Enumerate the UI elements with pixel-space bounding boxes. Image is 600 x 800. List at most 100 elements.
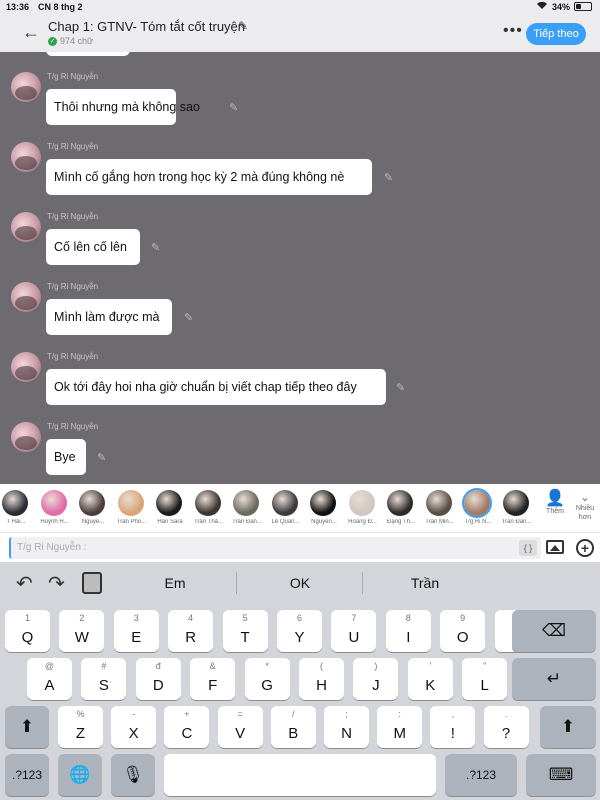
key-a[interactable]: @ A (27, 658, 72, 700)
key-c[interactable]: + C (164, 706, 210, 748)
avatar[interactable] (11, 72, 41, 102)
avatar[interactable] (11, 212, 41, 242)
character-item[interactable]: Trần Đăn... (227, 488, 267, 530)
plus-icon[interactable]: + (576, 539, 594, 557)
key-z[interactable]: % Z (58, 706, 103, 748)
shift-key-left[interactable]: ⬆ (5, 706, 49, 748)
key-f[interactable]: & F (190, 658, 236, 700)
hide-keyboard-key[interactable]: ⌨ (526, 754, 596, 796)
pencil-icon[interactable]: ✎ (396, 381, 405, 394)
key-t[interactable]: 5T (222, 610, 268, 652)
character-item[interactable]: T/g Ri N... (458, 488, 498, 530)
key-j[interactable]: ) J (353, 658, 399, 700)
key-n[interactable]: ; N (324, 706, 369, 748)
key-alt-label: 1 (24, 613, 30, 623)
character-item[interactable]: Trần Thả... (189, 488, 229, 530)
key-l[interactable]: " L (462, 658, 508, 700)
character-item[interactable]: Trần Min... (420, 488, 460, 530)
suggestion-3[interactable]: Trần (365, 575, 485, 591)
suggestion-2[interactable]: OK (240, 575, 360, 591)
character-strip: T Hải... Huỳnh H... Nguyễ... Trần Pho... Han… (0, 484, 600, 532)
key-v[interactable]: = V (217, 706, 263, 748)
avatar[interactable] (11, 282, 41, 312)
brace-button[interactable]: { } (519, 540, 537, 556)
key-label: N (341, 725, 352, 742)
redo-icon[interactable]: ↷ (48, 571, 65, 596)
key-q[interactable]: 1Q (5, 610, 50, 652)
message-bubble[interactable]: Thôi nhưng mà không sao (46, 89, 200, 125)
key-m[interactable]: :M (377, 706, 423, 748)
return-key[interactable]: ↵ (512, 658, 596, 700)
status-time: 13:36 (6, 2, 30, 12)
key-x[interactable]: -X (111, 706, 157, 748)
key-w[interactable]: 2W (59, 610, 105, 652)
numbers-key-left[interactable]: .?123 (5, 754, 49, 796)
key-i[interactable]: 8I (385, 610, 431, 652)
pencil-icon[interactable]: ✎ (151, 241, 160, 254)
chat-message[interactable]: T/g Ri Nguyễn Mình làm được mà ✎ (0, 272, 600, 342)
message-bubble[interactable]: Bye (46, 439, 86, 475)
pencil-icon[interactable]: ✎ (229, 101, 238, 114)
message-bubble[interactable]: Cố lên cố lên (46, 229, 140, 265)
character-item[interactable]: Nguyễ... (73, 488, 113, 530)
avatar[interactable] (11, 352, 41, 382)
avatar[interactable] (11, 422, 41, 452)
key-s[interactable]: # S (81, 658, 127, 700)
back-arrow-icon[interactable]: ← (22, 23, 40, 41)
character-item[interactable]: Trần Đăn... (497, 488, 537, 530)
message-bubble[interactable]: Mình cố gắng hơn trong học kỳ 2 mà đúng … (46, 159, 372, 195)
key-e[interactable]: 3E (113, 610, 159, 652)
numbers-key-right[interactable]: .?123 (445, 754, 517, 796)
key-label: G (261, 677, 273, 694)
chat-area[interactable]: T/g Ri Nguyễn Thôi nhưng mà không sao ✎ T/g… (0, 52, 600, 484)
chat-message[interactable]: T/g Ri Nguyễn Cố lên cố lên ✎ (0, 202, 600, 272)
character-item[interactable]: Lê Quan... (266, 488, 306, 530)
chat-message[interactable]: T/g Ri Nguyễn Ok tới đây hoi nha giờ chuẩ… (0, 342, 600, 412)
backspace-key[interactable]: ⌫ (512, 610, 596, 652)
character-item[interactable]: Huỳnh H... (35, 488, 75, 530)
pencil-icon[interactable]: ✎ (97, 451, 106, 464)
character-item[interactable]: Nguyễn... (304, 488, 344, 530)
character-item[interactable]: Hoàng Đ... (343, 488, 383, 530)
character-item[interactable]: T Hải... (0, 488, 36, 530)
chat-message[interactable]: T/g Ri Nguyễn Bye ✎ (0, 412, 600, 482)
character-item[interactable]: Trần Pho... (112, 488, 152, 530)
globe-key[interactable]: 🌐 (58, 754, 102, 796)
key-b[interactable]: / B (270, 706, 316, 748)
key-label: J (372, 677, 380, 694)
key-y[interactable]: 6Y (277, 610, 322, 652)
key-u[interactable]: 7U (331, 610, 377, 652)
undo-icon[interactable]: ↶ (16, 571, 33, 596)
next-button[interactable]: Tiếp theo (526, 23, 586, 45)
shift-key-right[interactable]: ⬆ (540, 706, 596, 748)
chat-message[interactable]: T/g Ri Nguyễn Mình cố gắng hơn trong học … (0, 132, 600, 202)
key-o[interactable]: 9O (440, 610, 486, 652)
character-item[interactable]: Đặng Th... (381, 488, 421, 530)
pencil-icon[interactable]: ✎ (238, 19, 248, 33)
microphone-key[interactable]: 🎙 (111, 754, 155, 796)
message-bubble[interactable]: Ok tới đây hoi nha giờ chuẩn bị viết cha… (46, 369, 386, 405)
character-name: Đặng Th... (387, 519, 415, 525)
message-input[interactable]: T/g Ri Nguyễn : (9, 537, 541, 559)
message-bubble[interactable]: Mình làm được mà (46, 299, 172, 335)
more-characters-button[interactable]: ⌄ Nhiều hơn (572, 490, 598, 530)
avatar[interactable] (11, 142, 41, 172)
key-?[interactable]: .? (483, 706, 529, 748)
chat-message[interactable]: T/g Ri Nguyễn Thôi nhưng mà không sao ✎ (0, 62, 600, 132)
key-![interactable]: ,! (430, 706, 476, 748)
suggestion-1[interactable]: Em (115, 575, 235, 591)
key-h[interactable]: (H (299, 658, 344, 700)
add-character-button[interactable]: 👤 Thêm (540, 490, 570, 530)
pencil-icon[interactable]: ✎ (184, 311, 193, 324)
chapter-title[interactable]: Chap 1: GTNV- Tóm tắt cốt truyện (48, 19, 245, 34)
space-key[interactable] (164, 754, 436, 796)
character-item[interactable]: Han Sara (150, 488, 190, 530)
key-r[interactable]: 4R (168, 610, 214, 652)
clipboard-icon[interactable] (82, 572, 102, 594)
pencil-icon[interactable]: ✎ (384, 171, 393, 184)
key-g[interactable]: * G (244, 658, 290, 700)
key-d[interactable]: đD (135, 658, 181, 700)
more-options-icon[interactable]: ••• (503, 22, 523, 40)
key-k[interactable]: ' K (407, 658, 453, 700)
image-icon[interactable] (546, 540, 564, 554)
